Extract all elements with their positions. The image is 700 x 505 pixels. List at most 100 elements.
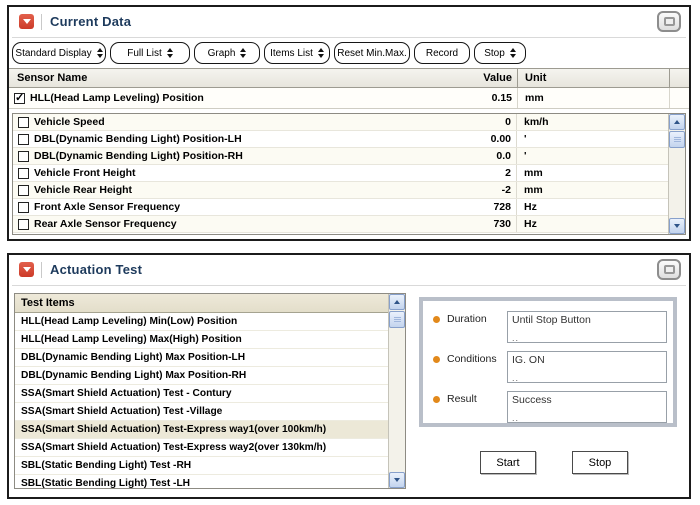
result-label: Result: [447, 393, 507, 423]
sensor-name-cell: DBL(Dynamic Bending Light) Position-LH: [13, 133, 412, 145]
sensor-label: DBL(Dynamic Bending Light) Position-RH: [34, 150, 243, 162]
list-item[interactable]: HLL(Head Lamp Leveling) Min(Low) Positio…: [15, 313, 388, 331]
record-button[interactable]: Record: [414, 42, 470, 64]
sensor-name-cell: DBL(Dynamic Bending Light) Position-RH: [13, 150, 412, 162]
result-field-row: Result Success..: [433, 391, 673, 423]
list-item[interactable]: SSA(Smart Shield Actuation) Test - Contu…: [15, 385, 388, 403]
button-label: Record: [426, 48, 458, 59]
checkbox[interactable]: [18, 151, 29, 162]
scroll-up-button[interactable]: [669, 114, 685, 130]
sensor-unit-cell: ': [516, 148, 668, 164]
table-row[interactable]: Vehicle Speed 0 km/h: [13, 114, 668, 131]
checkbox[interactable]: [18, 185, 29, 196]
sensor-unit-cell: mm: [517, 88, 669, 108]
table-row[interactable]: Vehicle Front Height 2 mm: [13, 165, 668, 182]
checkbox[interactable]: [18, 134, 29, 145]
list-item[interactable]: HLL(Head Lamp Leveling) Max(High) Positi…: [15, 331, 388, 349]
list-item[interactable]: SBL(Static Bending Light) Test -RH: [15, 457, 388, 475]
scroll-down-button[interactable]: [669, 218, 685, 234]
conditions-field-row: Conditions IG. ON..: [433, 351, 673, 383]
conditions-field[interactable]: IG. ON..: [507, 351, 667, 383]
scrollbar-thumb[interactable]: [389, 311, 405, 328]
test-detail-groupbox: Duration Until Stop Button.. Conditions …: [419, 297, 677, 427]
bullet-icon: [433, 396, 440, 403]
result-field[interactable]: Success..: [507, 391, 667, 423]
updown-arrows-icon: [318, 48, 324, 58]
arrow-down-icon: [674, 224, 680, 228]
updown-arrows-icon: [97, 48, 103, 58]
sensor-name-cell: Rear Axle Sensor Frequency: [13, 218, 412, 230]
updown-arrows-icon: [167, 48, 173, 58]
title-divider: [41, 14, 42, 30]
list-item-selected[interactable]: SSA(Smart Shield Actuation) Test-Express…: [15, 421, 388, 439]
sensor-value-cell: 0: [412, 116, 516, 128]
row-spacer: [669, 88, 689, 108]
maximize-button[interactable]: [657, 11, 681, 32]
chevron-down-icon[interactable]: [19, 262, 34, 277]
sensor-name-cell: HLL(Head Lamp Leveling) Position: [9, 92, 411, 104]
checkbox[interactable]: [18, 219, 29, 230]
stop-dropdown-button[interactable]: Stop: [474, 42, 526, 64]
checkbox[interactable]: [18, 117, 29, 128]
list-item[interactable]: DBL(Dynamic Bending Light) Max Position-…: [15, 349, 388, 367]
vertical-scrollbar[interactable]: [668, 114, 685, 234]
sensor-scroll-region: Vehicle Speed 0 km/h DBL(Dynamic Bending…: [12, 113, 686, 235]
sensor-unit-cell: Hz: [516, 216, 668, 232]
standard-display-button[interactable]: Standard Display: [12, 42, 106, 64]
maximize-button[interactable]: [657, 259, 681, 280]
start-button[interactable]: Start: [480, 451, 536, 474]
actuation-test-titlebar: Actuation Test: [9, 255, 689, 285]
chevron-down-icon[interactable]: [19, 14, 34, 29]
arrow-up-icon: [394, 300, 400, 304]
current-data-toolbar: Standard Display Full List Graph Items L…: [9, 38, 689, 68]
table-row[interactable]: DBL(Dynamic Bending Light) Position-RH 0…: [13, 148, 668, 165]
duration-field-row: Duration Until Stop Button..: [433, 311, 673, 343]
table-row[interactable]: Rear Axle Sensor Frequency 730 Hz: [13, 216, 668, 233]
table-row[interactable]: Front Axle Sensor Frequency 728 Hz: [13, 199, 668, 216]
scrollbar-thumb[interactable]: [669, 131, 685, 148]
button-label: Items List: [270, 48, 313, 59]
sensor-label: Vehicle Front Height: [34, 167, 136, 179]
list-item[interactable]: SSA(Smart Shield Actuation) Test -Villag…: [15, 403, 388, 421]
reset-minmax-button[interactable]: Reset Min.Max.: [334, 42, 410, 64]
sensor-value-cell: 0.0: [412, 150, 516, 162]
grip-icon: [674, 137, 681, 142]
arrow-down-icon: [394, 478, 400, 482]
bullet-icon: [433, 356, 440, 363]
sensor-label: Rear Axle Sensor Frequency: [34, 218, 177, 230]
maximize-icon: [664, 17, 675, 26]
arrow-up-icon: [674, 120, 680, 124]
sensor-label: Vehicle Rear Height: [34, 184, 132, 196]
sensor-name-cell: Front Axle Sensor Frequency: [13, 201, 412, 213]
items-list-button[interactable]: Items List: [264, 42, 330, 64]
sensor-label: DBL(Dynamic Bending Light) Position-LH: [34, 133, 242, 145]
column-header-value: Value: [411, 69, 517, 87]
duration-field[interactable]: Until Stop Button..: [507, 311, 667, 343]
sensor-label: Front Axle Sensor Frequency: [34, 201, 180, 213]
sensor-value-cell: 730: [412, 218, 516, 230]
scroll-up-button[interactable]: [389, 294, 405, 310]
stop-button[interactable]: Stop: [572, 451, 628, 474]
list-item[interactable]: SSA(Smart Shield Actuation) Test-Express…: [15, 439, 388, 457]
sensor-name-cell: Vehicle Rear Height: [13, 184, 412, 196]
full-list-button[interactable]: Full List: [110, 42, 190, 64]
vertical-scrollbar[interactable]: [388, 294, 405, 488]
list-item[interactable]: DBL(Dynamic Bending Light) Max Position-…: [15, 367, 388, 385]
sensor-value-cell: -2: [412, 184, 516, 196]
checkbox-checked[interactable]: [14, 93, 25, 104]
checkbox[interactable]: [18, 202, 29, 213]
button-label: Stop: [484, 48, 505, 59]
checkbox[interactable]: [18, 168, 29, 179]
table-row[interactable]: Vehicle Rear Height -2 mm: [13, 182, 668, 199]
table-row[interactable]: DBL(Dynamic Bending Light) Position-LH 0…: [13, 131, 668, 148]
button-label: Graph: [208, 48, 236, 59]
graph-button[interactable]: Graph: [194, 42, 260, 64]
test-items-column: Test Items HLL(Head Lamp Leveling) Min(L…: [15, 294, 388, 488]
table-row-pinned[interactable]: HLL(Head Lamp Leveling) Position 0.15 mm: [9, 88, 689, 109]
sensor-name-cell: Vehicle Speed: [13, 116, 412, 128]
button-label: Reset Min.Max.: [337, 48, 406, 59]
list-item[interactable]: SBL(Static Bending Light) Test -LH: [15, 475, 388, 488]
scroll-down-button[interactable]: [389, 472, 405, 488]
overflow-dots: ..: [512, 413, 519, 423]
sensor-unit-cell: ': [516, 131, 668, 147]
